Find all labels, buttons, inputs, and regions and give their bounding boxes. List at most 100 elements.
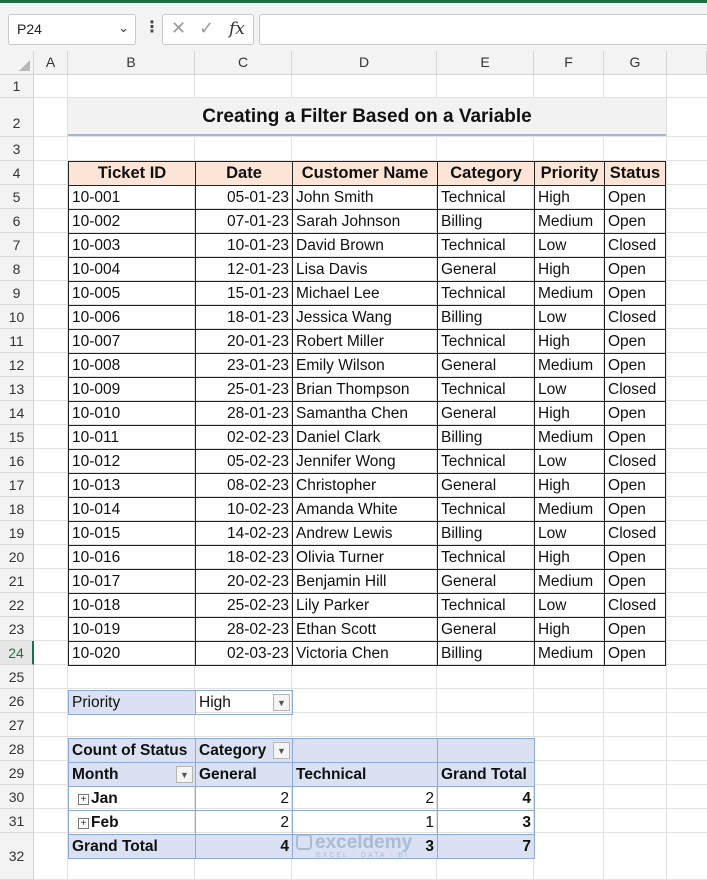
table-cell[interactable]: Technical xyxy=(437,449,535,474)
table-cell[interactable]: Medium xyxy=(534,281,605,306)
table-cell[interactable]: 14-02-23 xyxy=(195,521,293,546)
table-cell[interactable]: 10-006 xyxy=(68,305,196,330)
table-cell[interactable]: Closed xyxy=(604,305,666,330)
table-cell[interactable]: Medium xyxy=(534,209,605,234)
table-cell[interactable]: Open xyxy=(604,329,666,354)
table-cell[interactable]: 05-02-23 xyxy=(195,449,293,474)
row-header-1[interactable]: 1 xyxy=(0,75,34,98)
row-header-11[interactable]: 11 xyxy=(0,329,34,353)
table-cell[interactable]: Christopher xyxy=(292,473,438,498)
table-cell[interactable]: 10-02-23 xyxy=(195,497,293,522)
column-header-f[interactable]: F xyxy=(534,51,604,75)
table-cell[interactable]: 10-002 xyxy=(68,209,196,234)
table-cell[interactable]: Emily Wilson xyxy=(292,353,438,378)
table-cell[interactable]: Billing xyxy=(437,305,535,330)
table-cell[interactable]: 10-014 xyxy=(68,497,196,522)
table-cell[interactable]: Open xyxy=(604,545,666,570)
table-cell[interactable]: Open xyxy=(604,401,666,426)
table-cell[interactable]: High xyxy=(534,545,605,570)
row-header-18[interactable]: 18 xyxy=(0,497,34,521)
name-box[interactable]: P24 ⌄ xyxy=(8,14,136,45)
column-header-c[interactable]: C xyxy=(195,51,292,75)
table-cell[interactable]: Open xyxy=(604,281,666,306)
row-header-17[interactable]: 17 xyxy=(0,473,34,497)
row-header-28[interactable]: 28 xyxy=(0,737,34,761)
table-cell[interactable]: Olivia Turner xyxy=(292,545,438,570)
row-header-2[interactable]: 2 xyxy=(0,98,34,137)
table-cell[interactable]: Medium xyxy=(534,353,605,378)
table-cell[interactable]: Andrew Lewis xyxy=(292,521,438,546)
row-header-24[interactable]: 24 xyxy=(0,641,34,665)
table-cell[interactable]: 20-02-23 xyxy=(195,569,293,594)
row-header-13[interactable]: 13 xyxy=(0,377,34,401)
row-header-6[interactable]: 6 xyxy=(0,209,34,233)
table-cell[interactable]: High xyxy=(534,401,605,426)
table-cell[interactable]: 12-01-23 xyxy=(195,257,293,282)
formula-input[interactable] xyxy=(259,14,707,45)
table-cell[interactable]: Open xyxy=(604,425,666,450)
table-cell[interactable]: 07-01-23 xyxy=(195,209,293,234)
table-cell[interactable]: 10-019 xyxy=(68,617,196,642)
table-cell[interactable]: Medium xyxy=(534,497,605,522)
table-cell[interactable]: 10-011 xyxy=(68,425,196,450)
table-cell[interactable]: Technical xyxy=(437,497,535,522)
table-cell[interactable]: 10-005 xyxy=(68,281,196,306)
table-cell[interactable]: Victoria Chen xyxy=(292,641,438,666)
more-options-icon[interactable]: ⋮ xyxy=(144,17,160,37)
table-cell[interactable]: Billing xyxy=(437,641,535,666)
cancel-icon[interactable]: ✕ xyxy=(171,18,186,39)
table-cell[interactable]: 10-012 xyxy=(68,449,196,474)
row-header-25[interactable]: 25 xyxy=(0,665,34,689)
table-cell[interactable]: Closed xyxy=(604,593,666,618)
table-cell[interactable]: General xyxy=(437,473,535,498)
table-cell[interactable]: 10-001 xyxy=(68,185,196,210)
table-cell[interactable]: Low xyxy=(534,377,605,402)
expand-icon[interactable]: + xyxy=(78,793,89,805)
table-cell[interactable]: High xyxy=(534,473,605,498)
table-cell[interactable]: 10-017 xyxy=(68,569,196,594)
row-header-20[interactable]: 20 xyxy=(0,545,34,569)
table-cell[interactable]: Closed xyxy=(604,233,666,258)
table-cell[interactable]: 10-010 xyxy=(68,401,196,426)
table-cell[interactable]: 08-02-23 xyxy=(195,473,293,498)
table-cell[interactable]: Open xyxy=(604,641,666,666)
row-header-21[interactable]: 21 xyxy=(0,569,34,593)
column-header-e[interactable]: E xyxy=(437,51,534,75)
table-cell[interactable]: Low xyxy=(534,305,605,330)
table-cell[interactable]: Technical xyxy=(437,329,535,354)
column-header-g[interactable]: G xyxy=(604,51,667,75)
column-header-d[interactable]: D xyxy=(292,51,437,75)
row-header-23[interactable]: 23 xyxy=(0,617,34,641)
row-header-32[interactable]: 32 xyxy=(0,833,34,880)
table-cell[interactable]: Open xyxy=(604,569,666,594)
table-cell[interactable]: Low xyxy=(534,233,605,258)
row-header-22[interactable]: 22 xyxy=(0,593,34,617)
row-filter-dropdown-icon[interactable]: ▼ xyxy=(176,766,193,783)
table-cell[interactable]: 10-018 xyxy=(68,593,196,618)
table-cell[interactable]: 15-01-23 xyxy=(195,281,293,306)
table-cell[interactable]: Open xyxy=(604,257,666,282)
table-cell[interactable]: Benjamin Hill xyxy=(292,569,438,594)
table-cell[interactable]: Technical xyxy=(437,545,535,570)
column-header-extra[interactable] xyxy=(667,51,707,75)
table-cell[interactable]: General xyxy=(437,353,535,378)
table-cell[interactable]: General xyxy=(437,617,535,642)
table-cell[interactable]: Low xyxy=(534,449,605,474)
row-header-26[interactable]: 26 xyxy=(0,689,34,713)
table-cell[interactable]: 10-009 xyxy=(68,377,196,402)
table-cell[interactable]: 10-016 xyxy=(68,545,196,570)
select-all-button[interactable] xyxy=(0,51,34,75)
column-filter-dropdown-icon[interactable]: ▼ xyxy=(273,742,290,759)
table-cell[interactable]: Daniel Clark xyxy=(292,425,438,450)
table-cell[interactable]: General xyxy=(437,569,535,594)
row-header-4[interactable]: 4 xyxy=(0,161,34,185)
row-header-14[interactable]: 14 xyxy=(0,401,34,425)
filter-value-cell[interactable]: High ▼ xyxy=(195,690,293,715)
table-cell[interactable]: 10-015 xyxy=(68,521,196,546)
row-header-8[interactable]: 8 xyxy=(0,257,34,281)
table-cell[interactable]: Closed xyxy=(604,521,666,546)
table-cell[interactable]: Samantha Chen xyxy=(292,401,438,426)
row-header-7[interactable]: 7 xyxy=(0,233,34,257)
table-cell[interactable]: Ethan Scott xyxy=(292,617,438,642)
row-header-10[interactable]: 10 xyxy=(0,305,34,329)
